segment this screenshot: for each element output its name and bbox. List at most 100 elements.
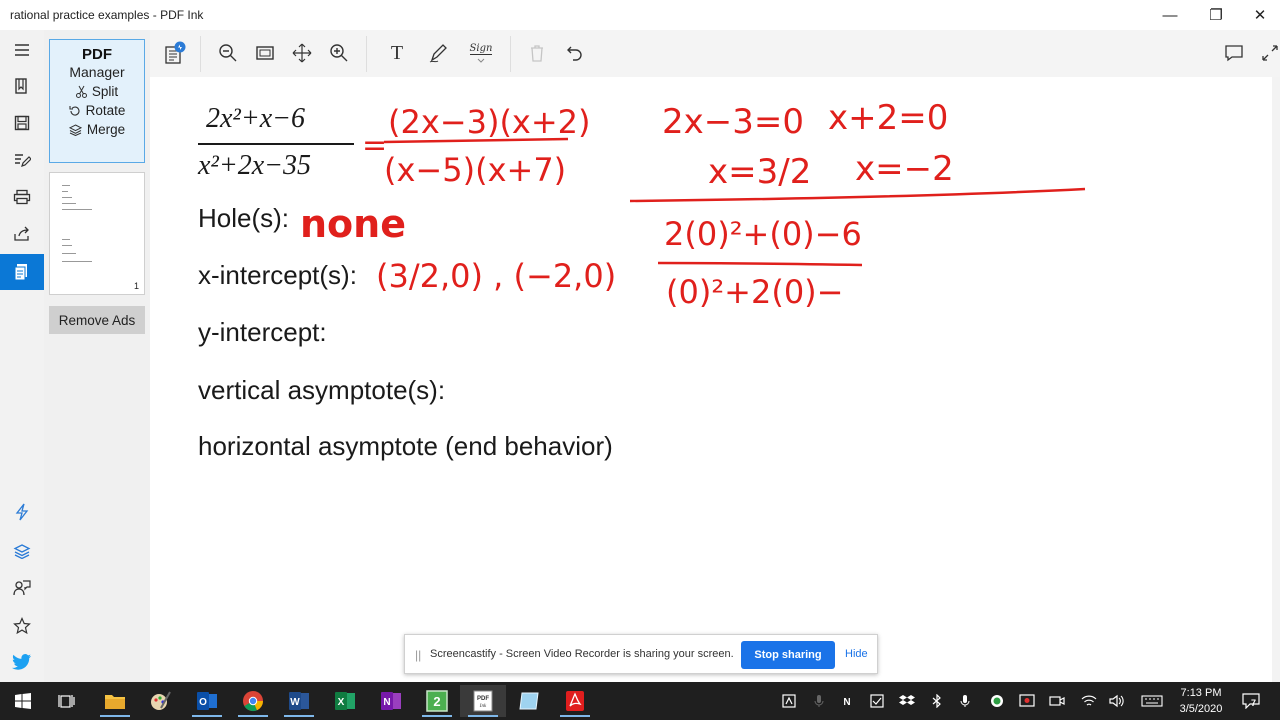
svg-text:W: W bbox=[290, 697, 300, 708]
layers-icon[interactable] bbox=[0, 533, 44, 569]
maximize-button[interactable]: ❐ bbox=[1194, 0, 1238, 30]
comment-icon[interactable] bbox=[1218, 38, 1250, 68]
ink-solution-2: x=−2 bbox=[855, 149, 954, 189]
text-tool-button[interactable]: T bbox=[381, 38, 413, 68]
hide-link[interactable]: Hide bbox=[845, 648, 868, 660]
keyboard-icon[interactable] bbox=[1140, 691, 1164, 711]
minimize-button[interactable]: — bbox=[1148, 0, 1192, 30]
fullscreen-icon[interactable] bbox=[1254, 38, 1280, 68]
chrome-icon[interactable] bbox=[230, 685, 276, 717]
system-clock[interactable]: 7:13 PM 3/5/2020 bbox=[1170, 685, 1232, 717]
ink-annotations: = (2x−3)(x+2) (x−5)(x+7) none (3/2,0) , … bbox=[300, 98, 1086, 311]
edit-document-icon[interactable] bbox=[0, 142, 44, 178]
wifi-icon[interactable] bbox=[1080, 691, 1098, 711]
scissors-icon bbox=[75, 85, 87, 98]
ink-factored-numerator: (2x−3)(x+2) bbox=[388, 103, 591, 141]
svg-text:Ink: Ink bbox=[479, 704, 487, 709]
window-title: rational practice examples - PDF Ink bbox=[10, 8, 204, 22]
undo-icon[interactable] bbox=[559, 38, 591, 68]
remove-ads-button[interactable]: Remove Ads bbox=[49, 306, 145, 334]
rotate-icon bbox=[69, 105, 80, 116]
left-rail bbox=[0, 30, 44, 682]
screen-sharing-banner: || Screencastify - Screen Video Recorder… bbox=[404, 634, 878, 674]
merge-icon bbox=[68, 123, 82, 136]
rotate-button[interactable]: Rotate bbox=[50, 103, 144, 118]
microphone-icon[interactable] bbox=[810, 691, 828, 711]
print-icon[interactable] bbox=[0, 179, 44, 215]
sign-tool-label: Sign bbox=[469, 43, 493, 55]
checkbox-tray-icon[interactable] bbox=[868, 691, 886, 711]
hamburger-menu-icon[interactable] bbox=[0, 32, 44, 68]
lightning-icon[interactable] bbox=[0, 494, 44, 530]
excel-icon[interactable]: X bbox=[322, 685, 368, 717]
microphone-tray-icon[interactable] bbox=[956, 691, 974, 711]
split-button[interactable]: Split bbox=[50, 84, 144, 99]
pen-icon[interactable] bbox=[423, 38, 455, 68]
pdf-manager-title: PDF bbox=[82, 46, 112, 63]
ink-equation-2: x+2=0 bbox=[828, 98, 948, 138]
vertical-scrollbar[interactable] bbox=[1272, 77, 1280, 682]
notification-center-icon[interactable]: 7 bbox=[1240, 691, 1262, 711]
chevron-down-icon bbox=[477, 58, 485, 63]
pdf-ink-app: rational practice examples - PDF Ink — ❐… bbox=[0, 0, 1280, 720]
share-icon[interactable] bbox=[0, 216, 44, 252]
merge-button[interactable]: Merge bbox=[50, 122, 144, 137]
task-view-icon[interactable] bbox=[44, 685, 90, 717]
ink-y-fraction-bar bbox=[657, 261, 863, 267]
svg-text:O: O bbox=[199, 697, 207, 708]
sign-tool-button[interactable]: Sign bbox=[465, 38, 497, 68]
svg-text:PDF: PDF bbox=[477, 696, 489, 702]
ink-equation-1: 2x−3=0 bbox=[662, 102, 804, 142]
ink-x-intercepts-answer: (3/2,0) , (−2,0) bbox=[376, 257, 616, 295]
pan-icon[interactable] bbox=[286, 38, 318, 68]
stickies-icon[interactable]: 2 bbox=[414, 685, 460, 717]
clock-time: 7:13 PM bbox=[1180, 687, 1222, 699]
svg-text:N: N bbox=[383, 697, 390, 708]
volume-icon[interactable] bbox=[1108, 691, 1126, 711]
windows-start-icon[interactable] bbox=[0, 685, 46, 717]
ink-holes-answer: none bbox=[300, 202, 406, 246]
merge-label: Merge bbox=[86, 122, 126, 137]
dropbox-icon[interactable] bbox=[898, 691, 916, 711]
side-panel: PDF Manager Split Rotate Merge 1 Remove … bbox=[44, 30, 150, 682]
acrobat-icon[interactable] bbox=[552, 685, 598, 717]
glass-app-icon[interactable] bbox=[506, 685, 552, 717]
zoom-in-icon[interactable] bbox=[323, 38, 355, 68]
drag-handle-icon[interactable]: || bbox=[415, 648, 421, 662]
bluetooth-icon[interactable] bbox=[928, 691, 946, 711]
tray-app-icon[interactable] bbox=[780, 691, 798, 711]
ink-y-denominator: (0)²+2(0)− bbox=[666, 273, 843, 311]
word-icon[interactable]: W bbox=[276, 685, 322, 717]
page-manager-badge-icon[interactable] bbox=[159, 38, 191, 68]
pdf-document-page[interactable]: 2x²+x−6 x²+2x−35 Hole(s): x-intercept(s)… bbox=[150, 77, 1272, 682]
pdf-manager-card: PDF Manager Split Rotate Merge bbox=[49, 39, 145, 163]
bookmark-icon[interactable] bbox=[0, 68, 44, 104]
green-sync-icon[interactable] bbox=[988, 691, 1006, 711]
drawing-app-icon[interactable] bbox=[137, 685, 183, 717]
pdf-manager-icon[interactable] bbox=[0, 254, 44, 290]
close-button[interactable]: ✕ bbox=[1238, 0, 1280, 30]
svg-text:N: N bbox=[843, 697, 850, 708]
clock-date: 3/5/2020 bbox=[1179, 703, 1223, 715]
trash-icon[interactable] bbox=[521, 38, 553, 68]
pdf-ink-taskbar-icon[interactable]: PDF Ink bbox=[460, 685, 506, 717]
fit-page-icon[interactable] bbox=[249, 38, 281, 68]
outlook-icon[interactable]: O bbox=[184, 685, 230, 717]
webcam-icon[interactable] bbox=[1048, 691, 1066, 711]
onenote-tray-icon[interactable]: N bbox=[838, 691, 856, 711]
save-icon[interactable] bbox=[0, 105, 44, 141]
onenote-icon[interactable]: N bbox=[368, 685, 414, 717]
zoom-out-icon[interactable] bbox=[212, 38, 244, 68]
screen-capture-icon[interactable] bbox=[1018, 691, 1036, 711]
star-icon[interactable] bbox=[0, 608, 44, 644]
title-bar: rational practice examples - PDF Ink — ❐… bbox=[0, 0, 1280, 30]
notification-count-badge: 7 bbox=[1251, 698, 1257, 708]
split-label: Split bbox=[91, 84, 119, 99]
page-thumbnail[interactable]: 1 bbox=[49, 172, 145, 295]
ink-solution-1: x=3/2 bbox=[708, 152, 811, 192]
sharing-message: Screencastify - Screen Video Recorder is… bbox=[430, 648, 734, 660]
feedback-icon[interactable] bbox=[0, 570, 44, 606]
stop-sharing-button[interactable]: Stop sharing bbox=[741, 641, 835, 669]
file-explorer-icon[interactable] bbox=[92, 685, 138, 717]
twitter-icon[interactable] bbox=[0, 644, 44, 680]
